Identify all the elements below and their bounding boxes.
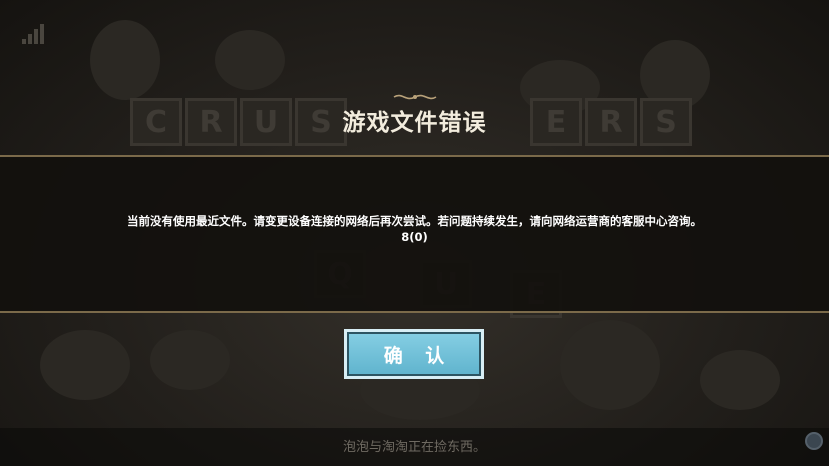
background-character bbox=[90, 20, 160, 100]
error-message: 当前没有使用最近文件。请变更设备连接的网络后再次尝试。若问题持续发生，请向网络运… bbox=[0, 213, 829, 245]
confirm-button[interactable]: 确 认 bbox=[344, 329, 484, 379]
signal-icon bbox=[22, 24, 44, 44]
background-character bbox=[700, 350, 780, 410]
error-code: 8(0) bbox=[401, 230, 428, 244]
background-character bbox=[150, 330, 230, 390]
dialog-title: 游戏文件错误 bbox=[342, 110, 487, 136]
background-character bbox=[560, 320, 660, 410]
background-character bbox=[215, 30, 285, 90]
background-character bbox=[40, 330, 130, 400]
ornament-icon bbox=[393, 94, 437, 100]
error-message-text: 当前没有使用最近文件。请变更设备连接的网络后再次尝试。若问题持续发生，请向网络运… bbox=[127, 214, 702, 228]
loading-status-text: 泡泡与淘淘正在捡东西。 bbox=[342, 440, 486, 455]
character-icon bbox=[805, 432, 823, 450]
